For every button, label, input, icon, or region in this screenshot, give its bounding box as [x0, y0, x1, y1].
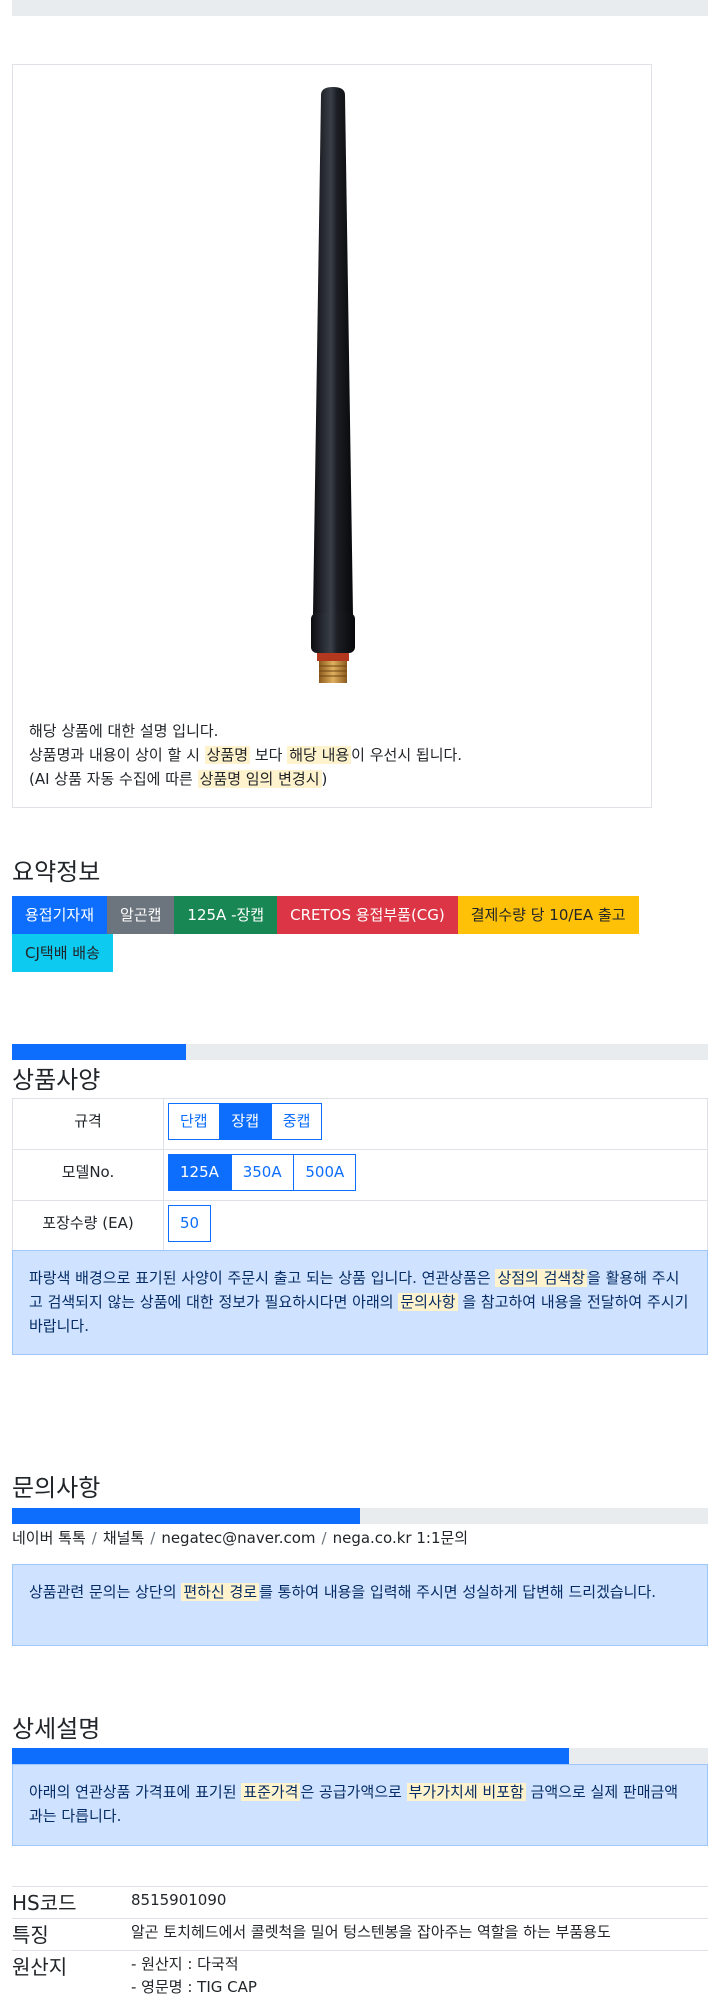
detail-table: HS코드 8515901090 특징 알곤 토치헤드에서 콜렛척을 밀어 텅스텐…: [12, 1886, 708, 1999]
badge-product-type[interactable]: 알곤캡: [107, 896, 175, 934]
spec-notice: 파랑색 배경으로 표기된 사양이 주문시 출고 되는 상품 입니다. 연관상품은…: [12, 1250, 708, 1355]
product-image-box: 해당 상품에 대한 설명 입니다. 상품명과 내용이 상이 할 시 상품명 보다…: [12, 64, 652, 808]
desc-text: (AI 상품 자동 수집에 따른: [29, 770, 198, 788]
desc-highlight: 해당 내용: [287, 746, 352, 764]
inquiry-progress-bar: [12, 1508, 708, 1524]
detail-key: HS코드: [12, 1886, 131, 1919]
detail-row: 특징 알곤 토치헤드에서 콜렛척을 밀어 텅스텐봉을 잡아주는 역할을 하는 부…: [12, 1918, 708, 1951]
desc-highlight: 상품명: [204, 746, 251, 764]
spec-title: 상품사양: [12, 1066, 101, 1094]
spec-row: 모델No. 125A 350A 500A: [12, 1149, 708, 1201]
notice-highlight: 상점의 검색창: [495, 1269, 588, 1287]
desc-text: 상품명과 내용이 상이 할 시: [29, 746, 205, 764]
detail-title: 상세설명: [12, 1715, 101, 1743]
spec-progress-bar: [12, 1044, 708, 1060]
contact-email[interactable]: negatec@naver.com: [161, 1529, 315, 1547]
top-bar: [12, 0, 708, 16]
inquiry-notice: 상품관련 문의는 상단의 편하신 경로 를 통하여 내용을 입력해 주시면 성실하…: [12, 1564, 708, 1646]
notice-text: 은 공급가액으로: [300, 1783, 407, 1801]
notice-text: 상품관련 문의는 상단의: [29, 1583, 182, 1601]
spec-progress-fill: [12, 1044, 186, 1060]
summary-title: 요약정보: [12, 858, 101, 886]
option-500a[interactable]: 500A: [293, 1154, 357, 1191]
detail-progress-bar: [12, 1748, 708, 1764]
notice-highlight: 편하신 경로: [181, 1583, 260, 1601]
spec-options: 50: [163, 1200, 708, 1252]
spec-table: 규격 단캡 장캡 중캡 모델No. 125A 350A 500A 포장수량 (E…: [12, 1098, 708, 1252]
product-image: [311, 87, 355, 683]
option-long-cap[interactable]: 장캡: [219, 1103, 271, 1140]
summary-badges: 용접기자재 알곤캡 125A -장캡 CRETOS 용접부품(CG) 결제수량 …: [12, 896, 708, 972]
spec-table-wrapper: 규격 단캡 장캡 중캡 모델No. 125A 350A 500A 포장수량 (E…: [12, 1098, 708, 1252]
badge-shipping[interactable]: CJ택배 배송: [12, 934, 113, 972]
notice-highlight: 문의사항: [398, 1293, 458, 1311]
spec-options: 125A 350A 500A: [163, 1149, 708, 1201]
contact-links: 네이버 톡톡 / 채널톡 / negatec@naver.com / nega.co.kr …: [12, 1527, 468, 1548]
desc-highlight: 상품명 임의 변경시: [197, 770, 322, 788]
detail-notice: 아래의 연관상품 가격표에 표기된 표준가격 은 공급가액으로 부가가치세 비포함…: [12, 1764, 708, 1846]
option-125a[interactable]: 125A: [168, 1154, 231, 1191]
option-medium-cap[interactable]: 중캡: [270, 1103, 323, 1140]
desc-text: 이 우선시 됩니다.: [351, 746, 463, 764]
spec-label: 규격: [12, 1098, 164, 1150]
detail-table-wrapper: HS코드 8515901090 특징 알곤 토치헤드에서 콜렛척을 밀어 텅스텐…: [12, 1886, 708, 1999]
desc-line-1: 해당 상품에 대한 설명 입니다.: [29, 722, 219, 740]
detail-key: 특징: [12, 1918, 131, 1951]
option-50[interactable]: 50: [168, 1205, 212, 1242]
spec-label: 포장수량 (EA): [12, 1200, 164, 1252]
inquiry-progress-fill: [12, 1508, 360, 1524]
detail-row: HS코드 8515901090: [12, 1886, 708, 1919]
detail-value: 알곤 토치헤드에서 콜렛척을 밀어 텅스텐봉을 잡아주는 역할을 하는 부품용도: [131, 1918, 708, 1951]
detail-row: 원산지 - 원산지 : 다국적 - 영문명 : TIG CAP: [12, 1950, 708, 1999]
product-description: 해당 상품에 대한 설명 입니다. 상품명과 내용이 상이 할 시 상품명 보다…: [29, 719, 462, 791]
notice-text: 파랑색 배경으로 표기된 사양이 주문시 출고 되는 상품 입니다. 연관상품은: [29, 1269, 496, 1287]
spec-options: 단캡 장캡 중캡: [163, 1098, 708, 1150]
contact-naver-talk[interactable]: 네이버 톡톡: [12, 1529, 86, 1547]
option-short-cap[interactable]: 단캡: [168, 1103, 220, 1140]
detail-value: - 원산지 : 다국적 - 영문명 : TIG CAP: [131, 1950, 708, 1999]
notice-highlight: 표준가격: [241, 1783, 301, 1801]
desc-text: ): [321, 770, 328, 788]
notice-text: 아래의 연관상품 가격표에 표기된: [29, 1783, 242, 1801]
contact-website-inquiry[interactable]: nega.co.kr 1:1문의: [333, 1529, 469, 1547]
desc-line-3: (AI 상품 자동 수집에 따른 상품명 임의 변경시): [29, 767, 462, 791]
notice-text: 를 통하여 내용을 입력해 주시면 성실하게 답변해 드리겠습니다.: [259, 1583, 657, 1601]
spec-row: 규격 단캡 장캡 중캡: [12, 1098, 708, 1150]
badge-brand[interactable]: CRETOS 용접부품(CG): [277, 896, 458, 934]
detail-value-line: - 영문명 : TIG CAP: [131, 1978, 257, 1996]
spec-row: 포장수량 (EA) 50: [12, 1200, 708, 1252]
spec-label: 모델No.: [12, 1149, 164, 1201]
separator: /: [91, 1529, 97, 1547]
desc-text: 보다: [250, 746, 288, 764]
detail-value: 8515901090: [131, 1886, 708, 1919]
separator: /: [150, 1529, 156, 1547]
desc-line-2: 상품명과 내용이 상이 할 시 상품명 보다 해당 내용 이 우선시 됩니다.: [29, 743, 462, 767]
detail-key: 원산지: [12, 1950, 131, 1999]
badge-category[interactable]: 용접기자재: [12, 896, 108, 934]
detail-value-line: - 원산지 : 다국적: [131, 1955, 239, 1973]
contact-channel-talk[interactable]: 채널톡: [103, 1529, 144, 1547]
badge-model[interactable]: 125A -장캡: [174, 896, 278, 934]
inquiry-title: 문의사항: [12, 1474, 101, 1502]
option-350a[interactable]: 350A: [230, 1154, 294, 1191]
notice-highlight: 부가가치세 비포함: [406, 1783, 526, 1801]
detail-progress-fill: [12, 1748, 569, 1764]
badge-quantity[interactable]: 결제수량 당 10/EA 출고: [457, 896, 639, 934]
separator: /: [321, 1529, 327, 1547]
